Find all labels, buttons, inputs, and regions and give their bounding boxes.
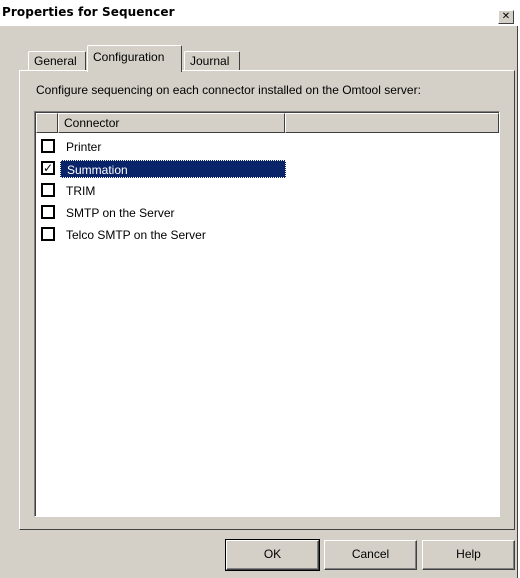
list-rows: Printer ✓ Summation TRIM SMTP on the Ser… [36,136,499,246]
panel-description: Configure sequencing on each connector i… [36,83,421,97]
header-connector-column[interactable]: Connector [58,113,285,133]
ok-button[interactable]: OK [225,539,320,571]
connector-checkbox[interactable] [41,139,55,153]
connector-label[interactable]: TRIM [60,182,98,200]
checkmark-icon: ✓ [43,161,54,175]
connector-checkbox[interactable] [41,205,55,219]
connector-label[interactable]: Printer [60,138,104,156]
cancel-button[interactable]: Cancel [324,540,417,570]
list-item[interactable]: TRIM [36,180,499,202]
help-button[interactable]: Help [422,540,515,570]
list-item[interactable]: Printer [36,136,499,158]
connector-checkbox[interactable] [41,183,55,197]
list-item[interactable]: ✓ Summation [36,158,499,180]
tab-strip: General Configuration Journal [19,45,499,72]
tab-general[interactable]: General [28,51,86,71]
connector-label[interactable]: SMTP on the Server [60,204,178,222]
close-button[interactable]: ✕ [498,10,514,24]
header-extra-column[interactable] [285,113,499,133]
close-icon: ✕ [501,11,511,22]
connector-list[interactable]: Connector Printer ✓ Summation TRIM SMTP … [34,111,500,517]
properties-dialog: Properties for Sequencer ✕ General Confi… [0,0,518,578]
configuration-panel: Configure sequencing on each connector i… [19,70,515,530]
title-bar: Properties for Sequencer ✕ [0,0,518,26]
tab-configuration[interactable]: Configuration [87,45,182,72]
tab-journal[interactable]: Journal [184,51,240,71]
header-check-column[interactable] [36,113,58,133]
connector-label[interactable]: Summation [60,160,286,178]
list-item[interactable]: Telco SMTP on the Server [36,224,499,246]
list-item[interactable]: SMTP on the Server [36,202,499,224]
window-title: Properties for Sequencer [2,5,175,19]
connector-checkbox[interactable] [41,227,55,241]
connector-checkbox[interactable]: ✓ [41,161,55,175]
list-header: Connector [36,113,499,133]
connector-label[interactable]: Telco SMTP on the Server [60,226,209,244]
